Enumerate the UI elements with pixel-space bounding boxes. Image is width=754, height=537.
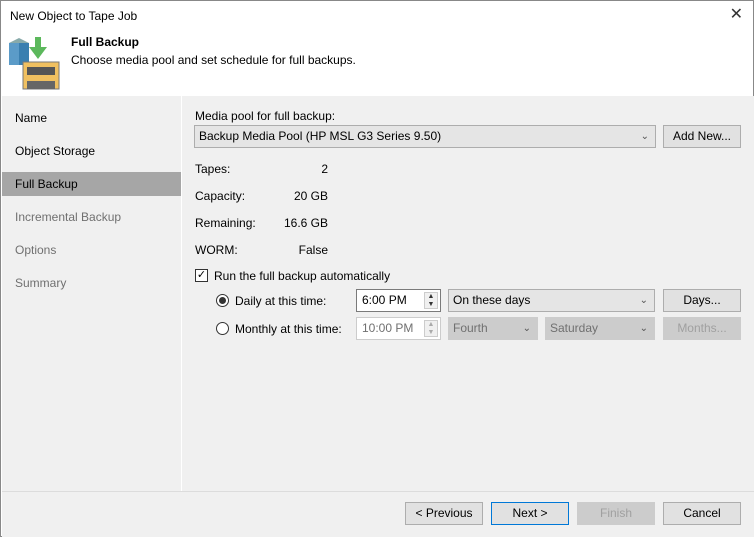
monthly-time-value: 10:00 PM [362,321,414,335]
daily-radio[interactable] [216,294,229,307]
spinner-arrows-icon[interactable]: ▲ ▼ [424,292,438,309]
daily-time-value: 6:00 PM [362,293,407,307]
worm-value: False [298,243,328,257]
finish-button[interactable]: Finish [577,502,655,525]
window-title: New Object to Tape Job [10,9,138,23]
add-new-button[interactable]: Add New... [663,125,741,148]
run-auto-checkbox[interactable]: ✓ [195,269,208,282]
chevron-down-icon: ⌄ [639,295,648,306]
media-pool-select[interactable]: Backup Media Pool (HP MSL G3 Series 9.50… [194,125,656,148]
monthly-day-select[interactable]: Saturday ⌄ [545,317,655,340]
capacity-label: Capacity: [195,189,246,203]
step-full-backup[interactable]: Full Backup [2,172,181,196]
wizard-window: New Object to Tape Job ✕ Full Backup Cho… [0,0,754,537]
close-icon[interactable]: ✕ [730,4,743,24]
spinner-arrows-icon: ▲ ▼ [424,320,438,337]
daily-mode-value: On these days [453,293,531,307]
tape-job-icon [9,37,60,90]
tapes-value: 2 [321,162,328,176]
step-summary: Summary [15,276,67,290]
footer: < Previous Next > Finish Cancel [2,491,754,537]
chevron-down-icon: ⌄ [639,323,648,334]
page-subtitle: Choose media pool and set schedule for f… [71,53,356,67]
monthly-time-input[interactable]: 10:00 PM ▲ ▼ [356,317,441,340]
step-object-storage[interactable]: Object Storage [2,139,181,163]
monthly-week-select[interactable]: Fourth ⌄ [448,317,538,340]
remaining-label: Remaining: [195,216,256,230]
step-incremental-backup: Incremental Backup [15,210,122,224]
main-panel: Media pool for full backup: Backup Media… [182,96,754,491]
chevron-down-icon: ⌄ [640,131,649,142]
monthly-day-value: Saturday [550,321,599,335]
capacity-value: 20 GB [293,189,328,203]
media-pool-value: Backup Media Pool (HP MSL G3 Series 9.50… [199,129,442,143]
remaining-value: 16.6 GB [283,216,328,230]
step-options: Options [15,243,57,257]
next-button[interactable]: Next > [491,502,569,525]
pool-label: Media pool for full backup: [195,109,336,123]
days-button[interactable]: Days... [663,289,741,312]
tapes-label: Tapes: [195,162,231,176]
run-auto-label: Run the full backup automatically [214,269,391,283]
cancel-button[interactable]: Cancel [663,502,741,525]
daily-mode-select[interactable]: On these days ⌄ [448,289,655,312]
daily-label: Daily at this time: [235,294,327,308]
step-name[interactable]: Name [2,106,181,130]
months-button[interactable]: Months... [663,317,741,340]
monthly-label: Monthly at this time: [235,322,342,336]
monthly-radio[interactable] [216,322,229,335]
monthly-week-value: Fourth [453,321,488,335]
page-title: Full Backup [71,35,140,49]
chevron-down-icon: ⌄ [522,323,531,334]
worm-label: WORM: [195,243,238,257]
previous-button[interactable]: < Previous [405,502,483,525]
daily-time-input[interactable]: 6:00 PM ▲ ▼ [356,289,441,312]
wizard-steps: Name Object Storage Full Backup Incremen… [2,96,181,491]
